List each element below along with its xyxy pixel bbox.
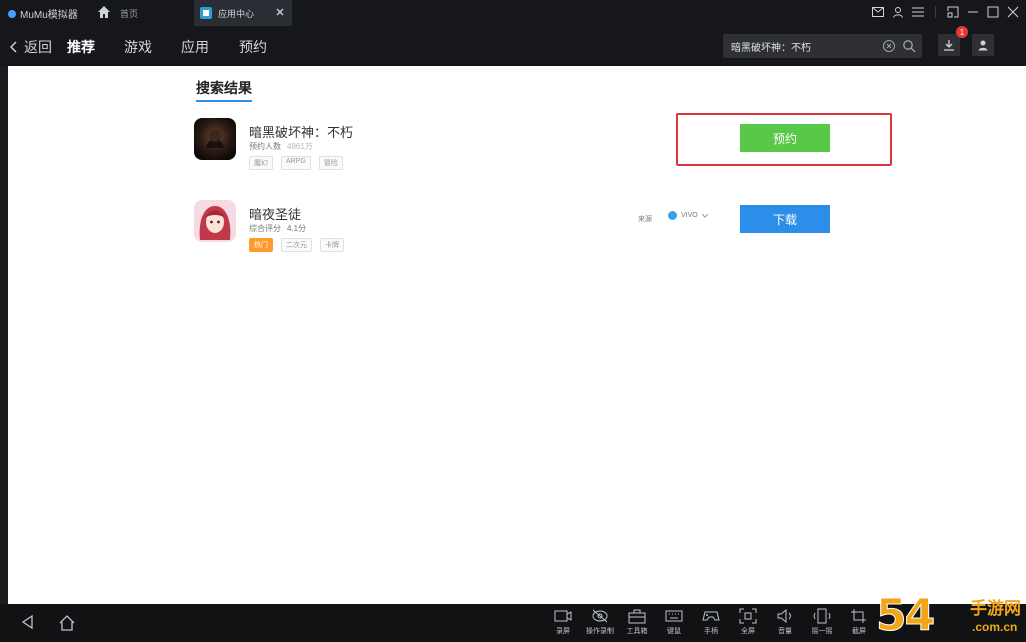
game-title[interactable]: 暗黑破坏神：不朽 — [249, 122, 353, 141]
tool-toolbox[interactable]: 工具箱 — [622, 608, 652, 636]
tool-label: 键鼠 — [667, 628, 681, 635]
section-title: 搜索结果 — [196, 80, 252, 96]
controller-icon — [702, 611, 720, 621]
tag: ARPG — [281, 156, 311, 170]
user-icon[interactable] — [891, 5, 905, 19]
tool-label: 截屏 — [852, 628, 866, 635]
crop-icon — [851, 609, 866, 623]
mail-icon[interactable] — [871, 5, 885, 19]
meta-value: 4861万 — [287, 142, 313, 151]
home-tab-label[interactable]: 首页 — [120, 7, 138, 20]
tool-fullscreen[interactable]: 全屏 — [733, 608, 763, 636]
meta-label: 预约人数 — [249, 142, 281, 151]
tab-recommend[interactable]: 推荐 — [67, 37, 95, 57]
tab-apps[interactable]: 应用 — [181, 37, 209, 57]
nav-bar: 返回 推荐 游戏 应用 预约 1 — [0, 26, 1026, 66]
reserve-button[interactable]: 预约 — [740, 124, 830, 152]
app-center-icon — [200, 7, 212, 19]
download-manager-button[interactable] — [938, 34, 960, 56]
close-icon[interactable] — [274, 6, 286, 18]
chevron-left-icon — [10, 41, 17, 53]
tool-shake[interactable]: 摇一摇 — [807, 608, 837, 636]
game-meta: 预约人数 4861万 — [249, 141, 313, 152]
tool-keyboard[interactable]: 键鼠 — [659, 608, 689, 636]
tool-label: 工具箱 — [626, 628, 648, 635]
tool-gamepad[interactable]: 手柄 — [696, 608, 726, 636]
download-icon — [944, 40, 954, 51]
tool-label: 手柄 — [704, 628, 718, 635]
source-name: VIVO — [681, 212, 698, 219]
tool-screenshot[interactable]: 截屏 — [844, 608, 874, 636]
mumu-logo-icon — [8, 9, 16, 18]
divider — [935, 6, 936, 18]
game-meta: 综合评分 4.1分 — [249, 223, 306, 234]
game-title[interactable]: 暗夜圣徒 — [249, 204, 301, 223]
meta-label: 综合评分 — [249, 224, 281, 233]
mini-window-icon[interactable] — [946, 5, 960, 19]
search-input[interactable] — [731, 40, 871, 52]
tool-record[interactable]: 录屏 — [548, 608, 578, 636]
tool-label: 摇一摇 — [811, 628, 833, 635]
game-icon-diablo — [194, 118, 236, 160]
maximize-icon[interactable] — [986, 5, 1000, 19]
app-logo: MuMu模拟器 — [8, 6, 78, 21]
tag: 魔幻 — [249, 156, 273, 170]
minimize-icon[interactable] — [966, 5, 980, 19]
search-box — [723, 34, 922, 58]
tag: 冒险 — [318, 156, 343, 170]
fullscreen-icon — [739, 608, 757, 624]
tool-label: 音量 — [778, 628, 792, 635]
tag-list: 魔幻 ARPG 冒险 — [249, 156, 343, 170]
tool-label: 操作录制 — [586, 628, 614, 635]
app-name: MuMu模拟器 — [20, 10, 78, 21]
section-underline — [196, 100, 252, 102]
window-controls — [871, 5, 1020, 19]
tab-reserve[interactable]: 预约 — [239, 37, 267, 57]
vivo-store-icon — [668, 211, 677, 220]
chevron-down-icon — [701, 213, 708, 218]
tag: 二次元 — [281, 238, 312, 252]
download-count-badge: 1 — [956, 26, 968, 38]
tool-macro[interactable]: 操作录制 — [585, 608, 615, 636]
record-icon — [554, 610, 572, 622]
tool-volume[interactable]: 音量 — [770, 608, 800, 636]
gamepad-eye-icon — [592, 609, 608, 623]
android-home-icon[interactable] — [58, 614, 76, 632]
home-icon[interactable] — [96, 4, 112, 20]
watermark-domain: .com.cn — [972, 620, 1018, 634]
user-icon — [978, 40, 988, 51]
watermark-number: 54 — [875, 590, 935, 642]
bottom-toolbar: 录屏 操作录制 工具箱 键鼠 手柄 全屏 音量 摇一摇 截屏 — [0, 604, 1026, 642]
account-button[interactable] — [972, 34, 994, 56]
site-watermark: 54 手游网 .com.cn — [875, 590, 1026, 642]
watermark-text: 手游网 — [970, 599, 1021, 618]
tab-label: 应用中心 — [218, 8, 255, 19]
tool-label: 录屏 — [556, 628, 570, 635]
game-icon-dark-saint — [194, 200, 236, 242]
tab-app-center[interactable]: 应用中心 — [194, 0, 292, 26]
mumu-emulator-window: MuMu模拟器 首页 应用中心 返回 推荐 游戏 应用 预约 暗黑破坏神：不朽 … — [0, 0, 1026, 642]
search-icon[interactable] — [902, 39, 916, 53]
tab-games[interactable]: 游戏 — [124, 37, 152, 57]
clear-icon[interactable] — [882, 39, 896, 53]
tag-hot: 热门 — [249, 238, 273, 252]
back-label: 返回 — [24, 39, 52, 55]
shake-icon — [813, 608, 831, 624]
volume-icon — [777, 608, 791, 624]
toolbox-icon — [628, 609, 646, 624]
back-button[interactable]: 返回 — [10, 37, 52, 57]
tag-list: 热门 二次元 卡牌 — [249, 238, 344, 252]
meta-value: 4.1分 — [287, 224, 307, 233]
download-button[interactable]: 下载 — [740, 205, 830, 233]
tag: 卡牌 — [320, 238, 344, 252]
title-bar: MuMu模拟器 首页 应用中心 — [0, 0, 1026, 26]
menu-icon[interactable] — [911, 5, 925, 19]
source-selector[interactable]: VIVO — [668, 211, 708, 220]
keyboard-icon — [665, 610, 683, 622]
source-label: 来源 — [638, 216, 652, 223]
search-results-panel: 搜索结果 暗黑破坏神：不朽 预约人数 4861万 魔幻 ARPG 冒险 预约 暗… — [8, 66, 1026, 604]
tool-label: 全屏 — [741, 628, 755, 635]
close-window-icon[interactable] — [1006, 5, 1020, 19]
android-back-icon[interactable] — [20, 614, 36, 630]
